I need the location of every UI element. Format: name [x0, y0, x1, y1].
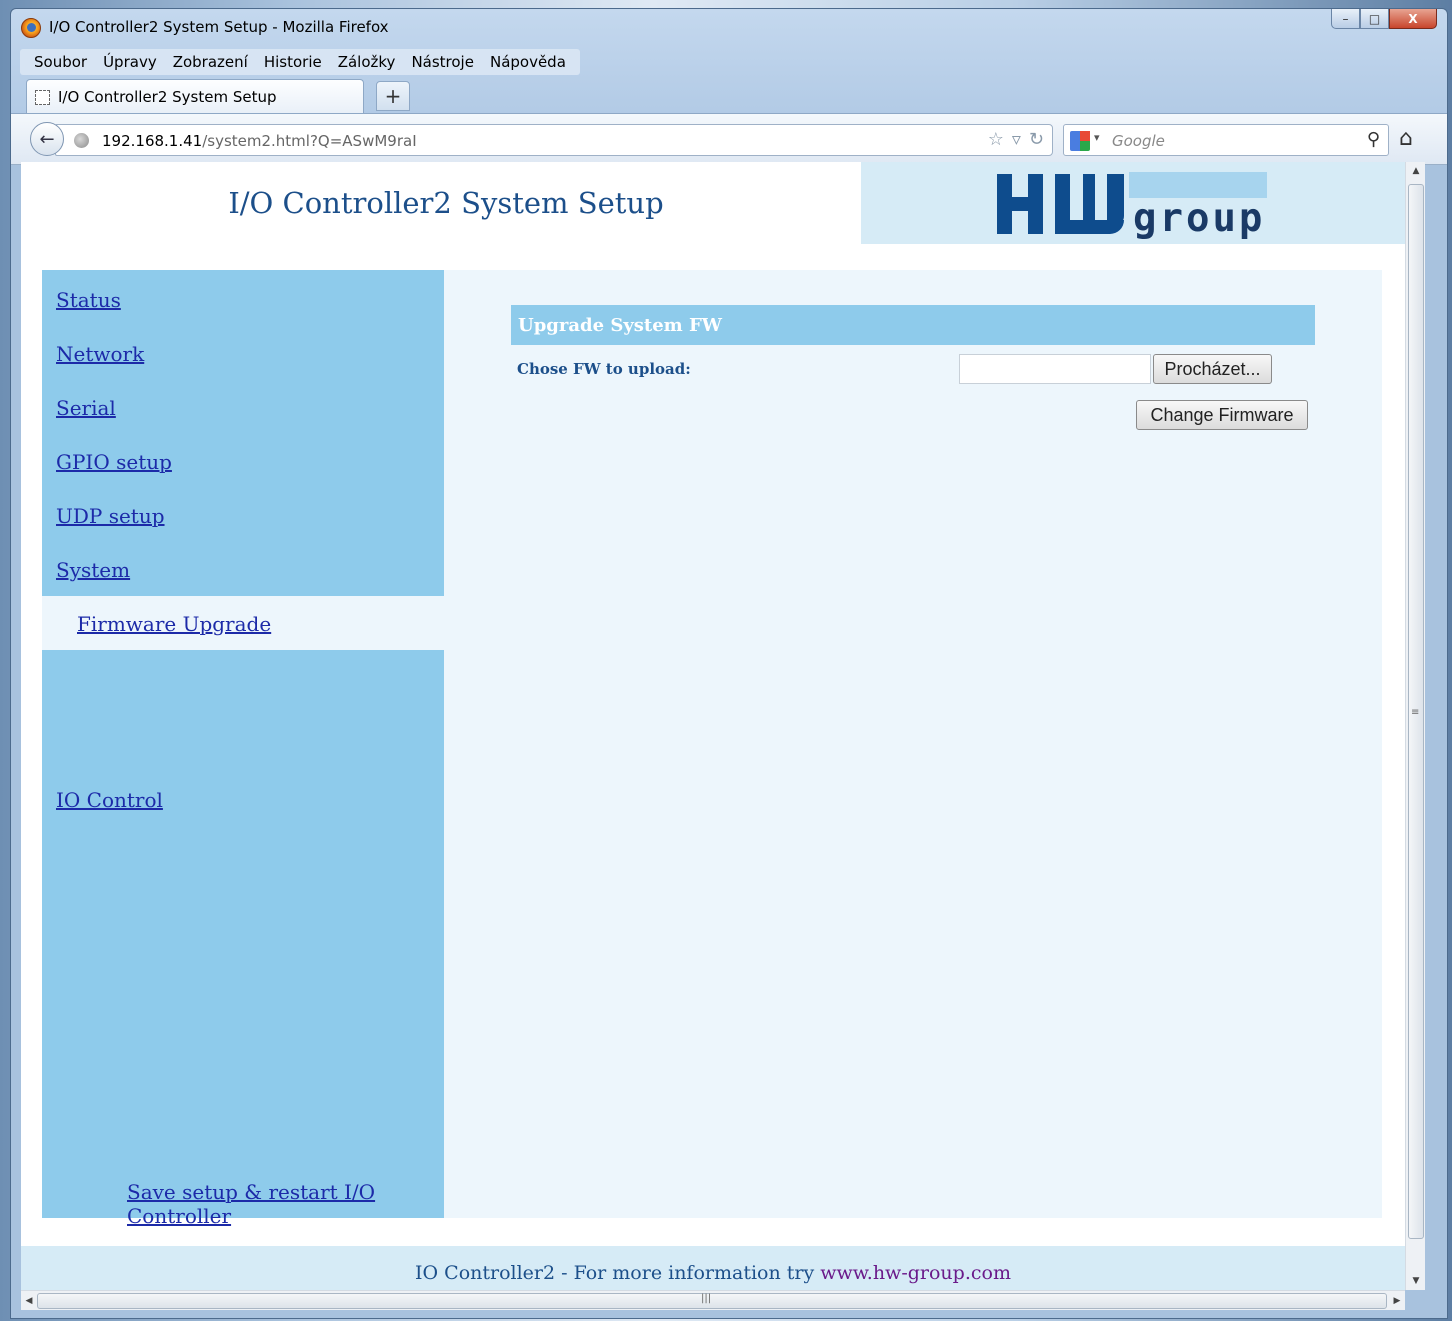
logo-h-left	[997, 174, 1012, 234]
search-icon[interactable]: ⚲	[1367, 129, 1380, 150]
upload-label: Chose FW to upload:	[517, 360, 691, 378]
back-arrow-icon: ←	[39, 128, 55, 150]
nav-status-link[interactable]: Status	[56, 288, 121, 312]
back-button[interactable]: ←	[30, 122, 64, 156]
panel-header: Upgrade System FW	[511, 305, 1315, 345]
history-dropdown-icon[interactable]: ▿	[1012, 129, 1021, 150]
menu-upravy[interactable]: Úpravy	[95, 49, 165, 75]
nav-system-link[interactable]: System	[56, 558, 130, 582]
nav-firmware-upgrade-link[interactable]: Firmware Upgrade	[77, 612, 271, 636]
address-bar[interactable]: 192.168.1.41/system2.html?Q=ASwM9raI ☆ ▿…	[55, 124, 1053, 156]
scroll-grip-icon: ≡	[1411, 707, 1420, 718]
menu-soubor[interactable]: Soubor	[26, 49, 95, 75]
logo-area: group	[861, 162, 1405, 244]
title-bar: I/O Controller2 System Setup - Mozilla F…	[11, 9, 1447, 45]
window-title: I/O Controller2 System Setup - Mozilla F…	[49, 18, 389, 36]
footer-link[interactable]: www.hw-group.com	[820, 1262, 1011, 1284]
search-engine-dropdown-icon[interactable]: ▾	[1094, 131, 1100, 144]
logo-h-right	[1028, 174, 1043, 234]
home-icon[interactable]: ⌂	[1399, 126, 1413, 151]
scroll-up-icon[interactable]: ▲	[1406, 162, 1426, 180]
scroll-down-icon[interactable]: ▼	[1406, 1272, 1426, 1290]
hw-group-logo: group	[997, 170, 1277, 241]
url-path: /system2.html?Q=ASwM9raI	[202, 132, 417, 150]
nav-gpio-setup-link[interactable]: GPIO setup	[56, 450, 172, 474]
logo-w-mid	[1083, 174, 1095, 224]
nav-udp-setup-link[interactable]: UDP setup	[56, 504, 165, 528]
menu-zobrazeni[interactable]: Zobrazení	[165, 49, 256, 75]
menu-zalozky[interactable]: Záložky	[330, 49, 404, 75]
logo-top-bar	[1129, 172, 1267, 198]
site-identity-icon[interactable]	[74, 133, 89, 148]
search-input[interactable]: Google	[1112, 132, 1165, 150]
logo-w-left	[1055, 174, 1070, 234]
footer-label: IO Controller2 - For more information tr…	[415, 1262, 821, 1284]
page-viewport: I/O Controller2 System Setup group Statu…	[21, 162, 1405, 1290]
scroll-right-icon[interactable]: ▶	[1389, 1291, 1405, 1311]
vertical-scrollbar[interactable]: ▲ ≡ ▼	[1405, 162, 1425, 1290]
horizontal-scroll-thumb[interactable]	[37, 1293, 1387, 1309]
nav-io-control-link[interactable]: IO Control	[56, 788, 163, 812]
new-tab-button[interactable]: +	[376, 81, 410, 111]
footer-text: IO Controller2 - For more information tr…	[21, 1262, 1405, 1284]
logo-h-mid	[1012, 197, 1028, 211]
search-bar[interactable]: ▾ Google ⚲	[1063, 124, 1389, 156]
menu-nastroje[interactable]: Nástroje	[403, 49, 482, 75]
firefox-icon	[21, 18, 41, 38]
save-restart-link[interactable]: Save setup & restart I/O Controller	[127, 1180, 444, 1228]
tab-active[interactable]: I/O Controller2 System Setup	[26, 79, 364, 113]
bookmark-star-icon[interactable]: ☆	[988, 129, 1004, 150]
page-footer: IO Controller2 - For more information tr…	[21, 1246, 1405, 1290]
browse-button[interactable]: Procházet...	[1153, 354, 1272, 384]
maximize-button[interactable]: □	[1360, 9, 1389, 29]
sidebar-bottom: IO Control Save setup & restart I/O Cont…	[42, 650, 444, 1228]
nav-serial-link[interactable]: Serial	[56, 396, 116, 420]
close-button[interactable]: X	[1389, 9, 1437, 29]
tab-label: I/O Controller2 System Setup	[58, 88, 277, 106]
file-path-input[interactable]	[959, 354, 1151, 384]
page-favicon-icon	[35, 90, 50, 105]
main-content: Upgrade System FW Chose FW to upload: Pr…	[444, 270, 1382, 1218]
navigation-toolbar: ← 192.168.1.41/system2.html?Q=ASwM9raI ☆…	[11, 113, 1447, 165]
minimize-button[interactable]: –	[1331, 9, 1360, 29]
panel-title: Upgrade System FW	[518, 315, 722, 336]
logo-group-text: group	[1133, 196, 1266, 241]
url-host: 192.168.1.41	[102, 132, 203, 150]
url-actions: ☆ ▿ ↻	[988, 129, 1044, 150]
menu-historie[interactable]: Historie	[256, 49, 330, 75]
sidebar-subnav: Firmware Upgrade	[42, 596, 444, 650]
scroll-left-icon[interactable]: ◀	[21, 1291, 37, 1311]
reload-icon[interactable]: ↻	[1029, 129, 1044, 150]
logo-w-right	[1107, 174, 1124, 226]
hscroll-grip-icon: |||	[701, 1293, 712, 1304]
google-icon[interactable]	[1070, 131, 1090, 151]
horizontal-scrollbar[interactable]: ◀ ||| ▶	[21, 1290, 1405, 1310]
menu-napoveda[interactable]: Nápověda	[482, 49, 574, 75]
url-text: 192.168.1.41/system2.html?Q=ASwM9raI	[102, 132, 417, 150]
page-title: I/O Controller2 System Setup	[228, 186, 664, 220]
change-firmware-button[interactable]: Change Firmware	[1136, 400, 1308, 430]
nav-network-link[interactable]: Network	[56, 342, 144, 366]
sidebar: Status Network Serial GPIO setup UDP set…	[42, 270, 444, 596]
menu-bar: Soubor Úpravy Zobrazení Historie Záložky…	[20, 49, 580, 75]
page-header: I/O Controller2 System Setup	[21, 162, 861, 244]
window-controls: – □ X	[1331, 9, 1437, 29]
